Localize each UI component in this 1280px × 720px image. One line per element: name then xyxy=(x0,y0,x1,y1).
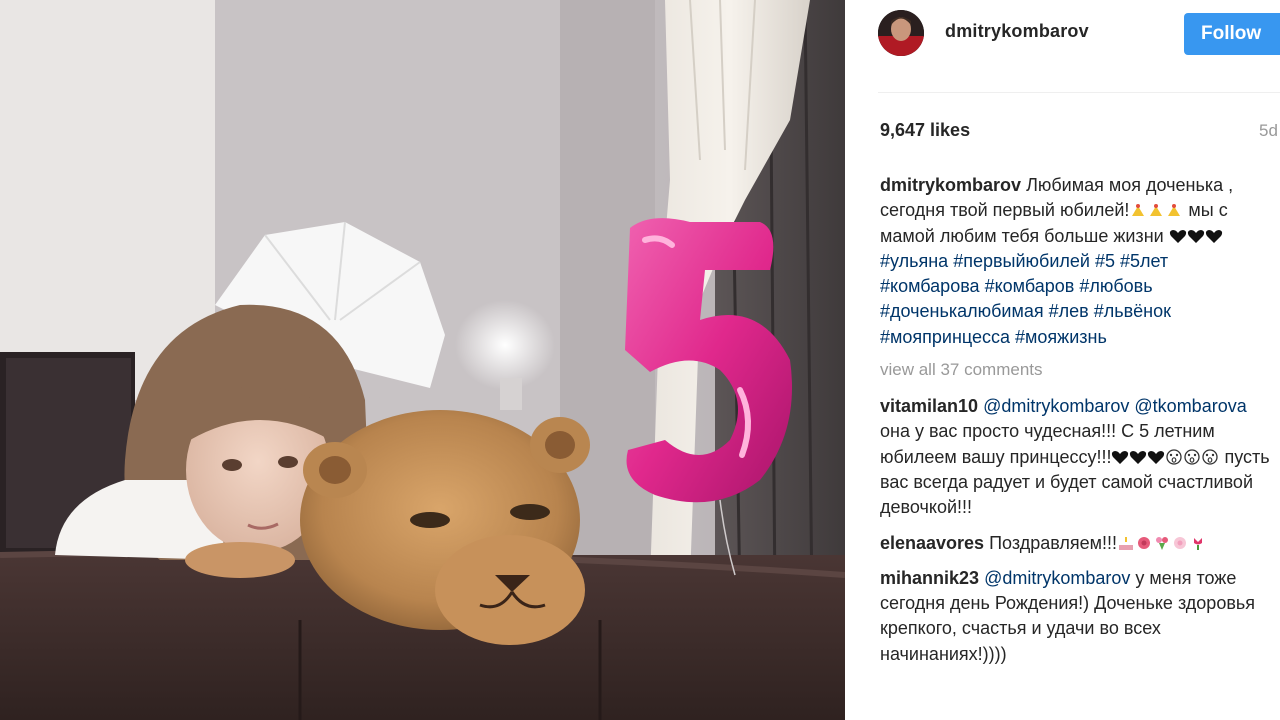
flower-emoji-icon xyxy=(1174,536,1187,549)
caption: dmitrykombarov Любимая моя доченька , се… xyxy=(880,173,1270,350)
header-divider xyxy=(878,92,1280,93)
shocked-face-emoji-icon xyxy=(1184,449,1201,465)
tulip-emoji-icon xyxy=(1194,537,1203,550)
comment-text: Поздравляем!!! xyxy=(989,532,1118,553)
caption-username[interactable]: dmitrykombarov xyxy=(880,175,1021,195)
bouquet-emoji-icon xyxy=(1156,536,1169,550)
fireworks-emoji-icon xyxy=(1150,204,1163,217)
comments-section: dmitrykombarov Любимая моя доченька , се… xyxy=(880,173,1270,677)
black-heart-emoji-icon xyxy=(1187,229,1204,243)
flower-emoji-icon xyxy=(1138,536,1151,549)
comment-username[interactable]: mihannik23 xyxy=(880,568,979,588)
comment-mention[interactable]: @dmitrykombarov xyxy=(983,396,1129,416)
shocked-face-emoji-icon xyxy=(1166,449,1183,465)
caption-hashtags[interactable]: #ульяна #первыйюбилей #5 #5лет #комбаров… xyxy=(880,251,1171,347)
post-photo[interactable] xyxy=(0,0,845,720)
black-heart-emoji-icon xyxy=(1112,450,1129,464)
comment-username[interactable]: elenaavores xyxy=(880,533,984,553)
comment-username[interactable]: vitamilan10 xyxy=(880,396,978,416)
post-details-panel: dmitrykombarov Follow 9,647 likes 5d dmi… xyxy=(845,0,1280,720)
post-time[interactable]: 5d xyxy=(1259,121,1278,141)
follow-button[interactable]: Follow xyxy=(1184,13,1280,55)
comment-item: vitamilan10 @dmitrykombarov @tkombarova … xyxy=(880,394,1270,520)
post-author-username[interactable]: dmitrykombarov xyxy=(945,21,1089,42)
shocked-face-emoji-icon xyxy=(1202,449,1219,465)
comment-item: elenaavores Поздравляем!!! xyxy=(880,531,1270,556)
view-all-comments-link[interactable]: view all 37 comments xyxy=(880,360,1270,380)
fireworks-emoji-icon xyxy=(1132,204,1145,217)
cake-emoji-icon xyxy=(1119,536,1134,550)
likes-count[interactable]: 9,647 likes xyxy=(880,120,970,141)
avatar[interactable] xyxy=(878,10,924,56)
fireworks-emoji-icon xyxy=(1168,204,1181,217)
black-heart-emoji-icon xyxy=(1205,229,1222,243)
black-heart-emoji-icon xyxy=(1130,450,1147,464)
black-heart-emoji-icon xyxy=(1169,229,1186,243)
comment-mention[interactable]: @dmitrykombarov xyxy=(984,568,1130,588)
photo-illustration xyxy=(0,0,845,720)
avatar-image xyxy=(878,10,924,56)
black-heart-emoji-icon xyxy=(1148,450,1165,464)
comment-mention[interactable]: @tkombarova xyxy=(1134,396,1246,416)
post-header: dmitrykombarov Follow xyxy=(845,0,1280,75)
comment-item: mihannik23 @dmitrykombarov у меня тоже с… xyxy=(880,566,1270,667)
